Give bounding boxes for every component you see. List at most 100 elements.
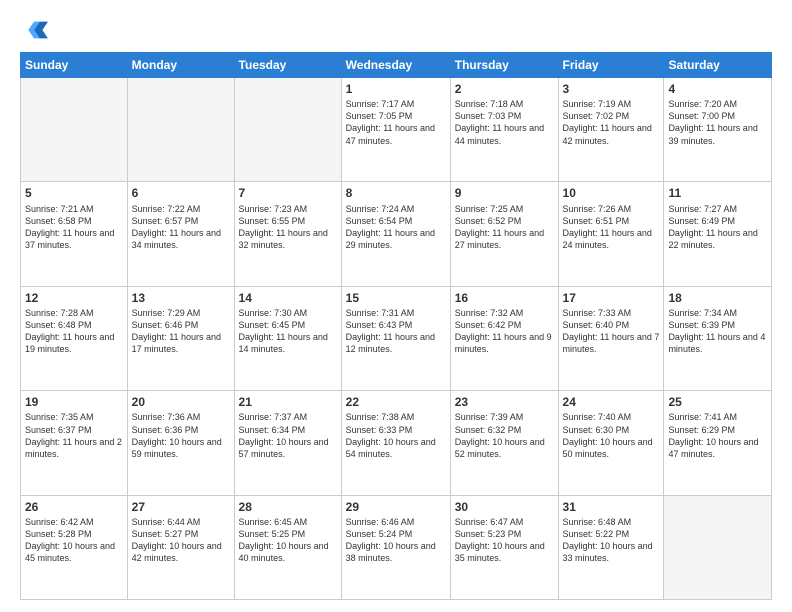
day-number: 13 xyxy=(132,290,230,306)
day-info: Sunrise: 7:30 AM Sunset: 6:45 PM Dayligh… xyxy=(239,307,337,356)
day-info: Sunrise: 6:46 AM Sunset: 5:24 PM Dayligh… xyxy=(346,516,446,565)
day-number: 3 xyxy=(563,81,660,97)
day-info: Sunrise: 7:17 AM Sunset: 7:05 PM Dayligh… xyxy=(346,98,446,147)
day-header-sunday: Sunday xyxy=(21,53,128,78)
day-header-monday: Monday xyxy=(127,53,234,78)
day-number: 11 xyxy=(668,185,767,201)
calendar-cell: 28Sunrise: 6:45 AM Sunset: 5:25 PM Dayli… xyxy=(234,495,341,599)
calendar-cell: 8Sunrise: 7:24 AM Sunset: 6:54 PM Daylig… xyxy=(341,182,450,286)
calendar-cell: 11Sunrise: 7:27 AM Sunset: 6:49 PM Dayli… xyxy=(664,182,772,286)
calendar-cell: 30Sunrise: 6:47 AM Sunset: 5:23 PM Dayli… xyxy=(450,495,558,599)
day-number: 10 xyxy=(563,185,660,201)
day-info: Sunrise: 7:33 AM Sunset: 6:40 PM Dayligh… xyxy=(563,307,660,356)
day-info: Sunrise: 7:18 AM Sunset: 7:03 PM Dayligh… xyxy=(455,98,554,147)
calendar-cell xyxy=(234,78,341,182)
day-info: Sunrise: 6:45 AM Sunset: 5:25 PM Dayligh… xyxy=(239,516,337,565)
day-number: 31 xyxy=(563,499,660,515)
calendar-cell: 7 Sunrise: 7:23 AM Sunset: 6:55 PM Daylig… xyxy=(234,182,341,286)
day-info: Sunrise: 7:37 AM Sunset: 6:34 PM Dayligh… xyxy=(239,411,337,460)
calendar-cell: 24Sunrise: 7:40 AM Sunset: 6:30 PM Dayli… xyxy=(558,391,664,495)
calendar-cell: 17Sunrise: 7:33 AM Sunset: 6:40 PM Dayli… xyxy=(558,286,664,390)
day-info: Sunrise: 7:21 AM Sunset: 6:58 PM Dayligh… xyxy=(25,203,123,252)
calendar-cell: 25Sunrise: 7:41 AM Sunset: 6:29 PM Dayli… xyxy=(664,391,772,495)
day-number: 25 xyxy=(668,394,767,410)
calendar-cell: 22Sunrise: 7:38 AM Sunset: 6:33 PM Dayli… xyxy=(341,391,450,495)
day-number: 7 xyxy=(239,185,337,201)
calendar-cell: 6 Sunrise: 7:22 AM Sunset: 6:57 PM Daylig… xyxy=(127,182,234,286)
day-header-tuesday: Tuesday xyxy=(234,53,341,78)
day-info: Sunrise: 7:39 AM Sunset: 6:32 PM Dayligh… xyxy=(455,411,554,460)
calendar-cell: 31Sunrise: 6:48 AM Sunset: 5:22 PM Dayli… xyxy=(558,495,664,599)
calendar-week-4: 19Sunrise: 7:35 AM Sunset: 6:37 PM Dayli… xyxy=(21,391,772,495)
day-number: 17 xyxy=(563,290,660,306)
day-number: 12 xyxy=(25,290,123,306)
day-number: 21 xyxy=(239,394,337,410)
calendar-cell: 15Sunrise: 7:31 AM Sunset: 6:43 PM Dayli… xyxy=(341,286,450,390)
calendar-cell: 14Sunrise: 7:30 AM Sunset: 6:45 PM Dayli… xyxy=(234,286,341,390)
calendar-cell: 12Sunrise: 7:28 AM Sunset: 6:48 PM Dayli… xyxy=(21,286,128,390)
day-info: Sunrise: 7:19 AM Sunset: 7:02 PM Dayligh… xyxy=(563,98,660,147)
day-info: Sunrise: 7:23 AM Sunset: 6:55 PM Dayligh… xyxy=(239,203,337,252)
day-info: Sunrise: 7:29 AM Sunset: 6:46 PM Dayligh… xyxy=(132,307,230,356)
calendar-table: SundayMondayTuesdayWednesdayThursdayFrid… xyxy=(20,52,772,600)
calendar-week-1: 1Sunrise: 7:17 AM Sunset: 7:05 PM Daylig… xyxy=(21,78,772,182)
day-number: 29 xyxy=(346,499,446,515)
day-info: Sunrise: 7:22 AM Sunset: 6:57 PM Dayligh… xyxy=(132,203,230,252)
logo-icon xyxy=(20,16,48,44)
day-number: 30 xyxy=(455,499,554,515)
day-info: Sunrise: 7:20 AM Sunset: 7:00 PM Dayligh… xyxy=(668,98,767,147)
page: SundayMondayTuesdayWednesdayThursdayFrid… xyxy=(0,0,792,612)
day-info: Sunrise: 7:24 AM Sunset: 6:54 PM Dayligh… xyxy=(346,203,446,252)
calendar-cell: 5 Sunrise: 7:21 AM Sunset: 6:58 PM Daylig… xyxy=(21,182,128,286)
calendar-cell: 10 Sunrise: 7:26 AM Sunset: 6:51 PM Dayli… xyxy=(558,182,664,286)
day-number: 28 xyxy=(239,499,337,515)
day-info: Sunrise: 7:38 AM Sunset: 6:33 PM Dayligh… xyxy=(346,411,446,460)
day-number: 19 xyxy=(25,394,123,410)
day-number: 16 xyxy=(455,290,554,306)
day-info: Sunrise: 6:47 AM Sunset: 5:23 PM Dayligh… xyxy=(455,516,554,565)
day-number: 5 xyxy=(25,185,123,201)
calendar-cell: 4Sunrise: 7:20 AM Sunset: 7:00 PM Daylig… xyxy=(664,78,772,182)
calendar-cell: 29Sunrise: 6:46 AM Sunset: 5:24 PM Dayli… xyxy=(341,495,450,599)
day-number: 14 xyxy=(239,290,337,306)
calendar-header-row: SundayMondayTuesdayWednesdayThursdayFrid… xyxy=(21,53,772,78)
day-number: 2 xyxy=(455,81,554,97)
day-header-saturday: Saturday xyxy=(664,53,772,78)
day-number: 4 xyxy=(668,81,767,97)
day-number: 6 xyxy=(132,185,230,201)
day-header-wednesday: Wednesday xyxy=(341,53,450,78)
calendar-cell: 18Sunrise: 7:34 AM Sunset: 6:39 PM Dayli… xyxy=(664,286,772,390)
calendar-cell: 19Sunrise: 7:35 AM Sunset: 6:37 PM Dayli… xyxy=(21,391,128,495)
calendar-week-2: 5 Sunrise: 7:21 AM Sunset: 6:58 PM Daylig… xyxy=(21,182,772,286)
day-info: Sunrise: 7:34 AM Sunset: 6:39 PM Dayligh… xyxy=(668,307,767,356)
header xyxy=(20,16,772,44)
calendar-cell: 9Sunrise: 7:25 AM Sunset: 6:52 PM Daylig… xyxy=(450,182,558,286)
day-info: Sunrise: 7:41 AM Sunset: 6:29 PM Dayligh… xyxy=(668,411,767,460)
calendar-cell: 16Sunrise: 7:32 AM Sunset: 6:42 PM Dayli… xyxy=(450,286,558,390)
calendar-week-5: 26Sunrise: 6:42 AM Sunset: 5:28 PM Dayli… xyxy=(21,495,772,599)
calendar-cell xyxy=(664,495,772,599)
day-number: 18 xyxy=(668,290,767,306)
calendar-cell: 23Sunrise: 7:39 AM Sunset: 6:32 PM Dayli… xyxy=(450,391,558,495)
calendar-cell: 13Sunrise: 7:29 AM Sunset: 6:46 PM Dayli… xyxy=(127,286,234,390)
calendar-cell xyxy=(127,78,234,182)
calendar-cell: 20Sunrise: 7:36 AM Sunset: 6:36 PM Dayli… xyxy=(127,391,234,495)
day-header-thursday: Thursday xyxy=(450,53,558,78)
day-number: 24 xyxy=(563,394,660,410)
day-header-friday: Friday xyxy=(558,53,664,78)
calendar-cell: 1Sunrise: 7:17 AM Sunset: 7:05 PM Daylig… xyxy=(341,78,450,182)
day-info: Sunrise: 7:26 AM Sunset: 6:51 PM Dayligh… xyxy=(563,203,660,252)
day-info: Sunrise: 6:42 AM Sunset: 5:28 PM Dayligh… xyxy=(25,516,123,565)
day-number: 22 xyxy=(346,394,446,410)
day-number: 15 xyxy=(346,290,446,306)
day-number: 1 xyxy=(346,81,446,97)
day-info: Sunrise: 7:36 AM Sunset: 6:36 PM Dayligh… xyxy=(132,411,230,460)
calendar-cell: 21Sunrise: 7:37 AM Sunset: 6:34 PM Dayli… xyxy=(234,391,341,495)
day-info: Sunrise: 7:35 AM Sunset: 6:37 PM Dayligh… xyxy=(25,411,123,460)
day-number: 27 xyxy=(132,499,230,515)
day-info: Sunrise: 7:31 AM Sunset: 6:43 PM Dayligh… xyxy=(346,307,446,356)
calendar-week-3: 12Sunrise: 7:28 AM Sunset: 6:48 PM Dayli… xyxy=(21,286,772,390)
day-info: Sunrise: 6:48 AM Sunset: 5:22 PM Dayligh… xyxy=(563,516,660,565)
day-number: 26 xyxy=(25,499,123,515)
logo xyxy=(20,16,52,44)
